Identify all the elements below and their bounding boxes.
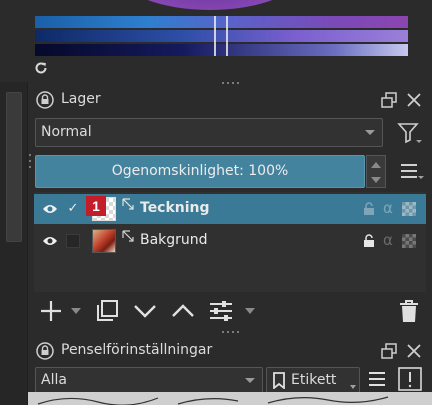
opacity-slider[interactable]: Ogenomskinlighet: 100%	[35, 155, 365, 188]
move-up-icon[interactable]	[170, 298, 196, 324]
bookmark-icon	[273, 372, 285, 389]
layers-docker-title: Lager	[61, 91, 101, 107]
toolbox-scrollbar[interactable]	[6, 92, 22, 242]
move-down-icon[interactable]	[132, 298, 158, 324]
inherit-alpha-icon[interactable]	[402, 234, 416, 248]
brush-filter-value: Alla	[41, 372, 67, 388]
menu-icon[interactable]	[367, 369, 387, 389]
color-wheel[interactable]	[120, 0, 300, 10]
saturation-slider[interactable]	[35, 30, 408, 42]
view-mode-icon[interactable]	[397, 366, 423, 392]
layer-list[interactable]: ✓ 1 Teckning α Bakgrund α	[34, 192, 426, 292]
layer-row[interactable]: ✓ 1 Teckning α	[34, 194, 426, 224]
chevron-down-icon[interactable]	[371, 177, 381, 183]
hue-slider[interactable]	[35, 16, 408, 28]
alpha-lock-icon[interactable]: α	[383, 231, 397, 249]
lock-icon[interactable]	[362, 202, 376, 216]
layer-name[interactable]: Teckning	[140, 200, 210, 216]
close-icon[interactable]	[405, 342, 423, 360]
color-selector	[0, 0, 432, 82]
layer-name[interactable]: Bakgrund	[140, 232, 208, 248]
chevron-up-icon[interactable]	[371, 162, 381, 168]
brush-preset-strip[interactable]	[28, 392, 432, 405]
layer-thumbnail	[92, 229, 116, 253]
inherit-alpha-icon[interactable]	[402, 202, 416, 216]
brush-preview-icon	[37, 396, 389, 405]
blend-mode-value: Normal	[41, 124, 92, 140]
float-icon[interactable]	[380, 91, 398, 109]
lock-icon[interactable]	[362, 234, 376, 248]
chevron-down-icon	[365, 130, 375, 135]
toolbox-strip	[0, 82, 28, 405]
eye-icon[interactable]	[42, 203, 58, 215]
resize-grip[interactable]	[28, 150, 32, 180]
dock-splitter[interactable]	[222, 82, 244, 86]
refresh-icon[interactable]	[33, 60, 49, 76]
tag-button-label: Etikett	[291, 372, 337, 388]
docker-lock-icon[interactable]	[36, 342, 54, 360]
dock-splitter[interactable]	[222, 331, 244, 335]
chevron-down-icon	[245, 378, 255, 383]
add-icon[interactable]	[38, 298, 64, 324]
float-icon[interactable]	[380, 342, 398, 360]
menu-icon[interactable]	[399, 160, 425, 182]
slider-cursor[interactable]	[214, 16, 216, 56]
link-icon	[122, 230, 134, 242]
layer-checkbox[interactable]	[66, 234, 80, 248]
chevron-down-icon[interactable]	[245, 308, 255, 314]
tag-button[interactable]: Etikett	[266, 367, 360, 393]
filter-icon[interactable]	[397, 121, 423, 145]
duplicate-icon[interactable]	[94, 298, 120, 324]
value-slider[interactable]	[35, 44, 408, 56]
delete-icon[interactable]	[396, 298, 422, 324]
blend-mode-dropdown[interactable]: Normal	[35, 118, 383, 147]
brush-presets-title: Penselförinställningar	[61, 342, 213, 358]
alpha-lock-icon[interactable]: α	[383, 199, 397, 217]
docker-lock-icon[interactable]	[36, 91, 54, 109]
link-icon	[122, 198, 134, 210]
chevron-down-icon	[350, 385, 356, 389]
properties-icon[interactable]	[208, 298, 234, 324]
chevron-down-icon[interactable]	[71, 308, 81, 314]
close-icon[interactable]	[405, 91, 423, 109]
brush-filter-dropdown[interactable]: Alla	[35, 367, 263, 393]
layer-checkbox[interactable]: ✓	[66, 202, 80, 216]
layer-row[interactable]: Bakgrund α	[34, 226, 426, 256]
opacity-spinbox[interactable]	[366, 155, 386, 188]
slider-cursor[interactable]	[226, 16, 228, 56]
step-badge: 1	[86, 196, 106, 216]
eye-icon[interactable]	[42, 235, 58, 247]
